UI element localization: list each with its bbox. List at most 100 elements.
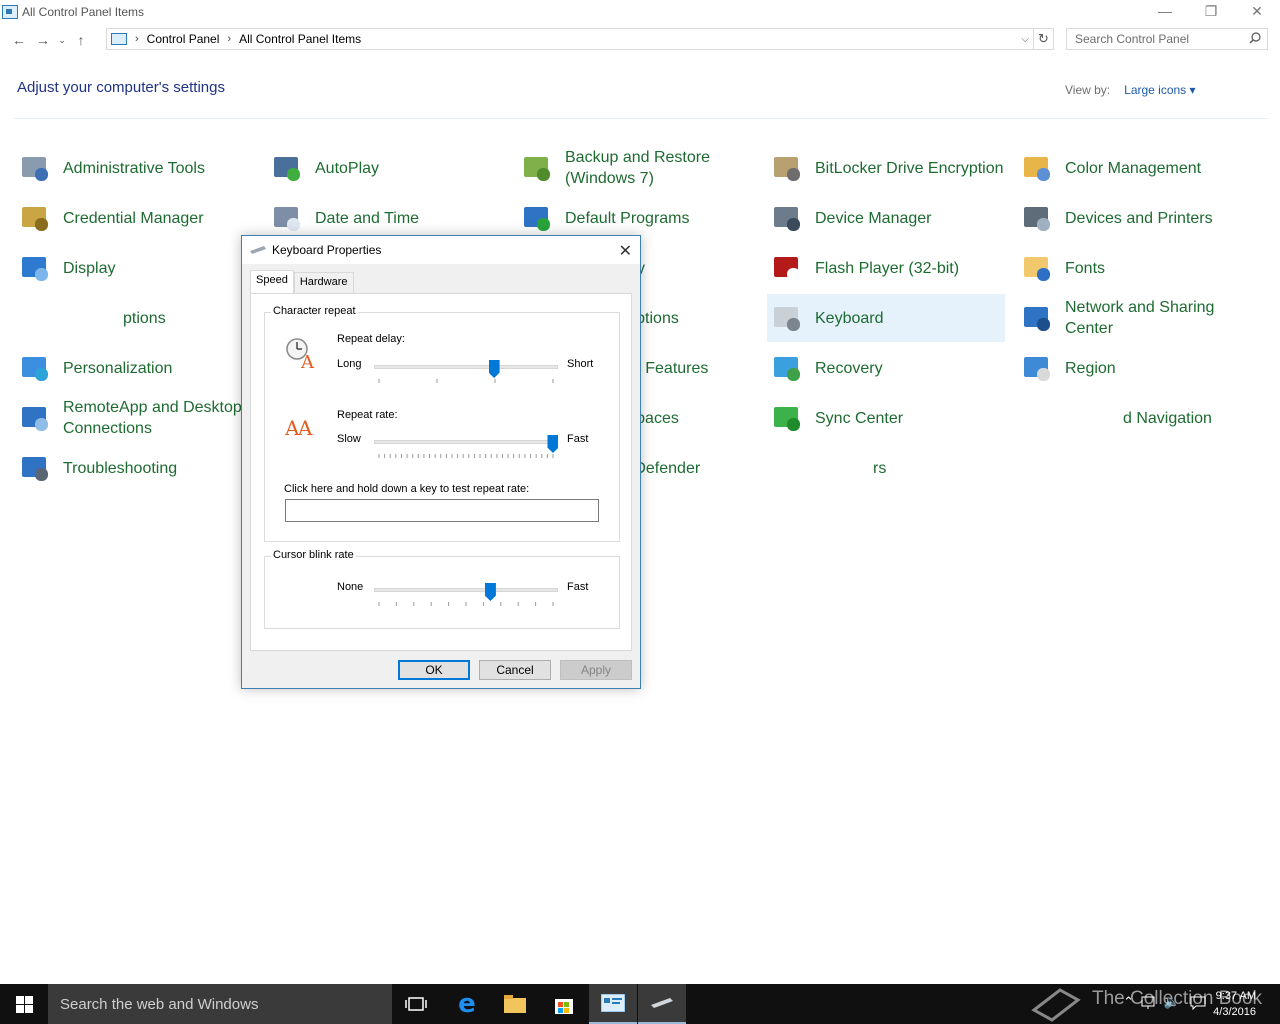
repeat-rate-ticks: [378, 454, 554, 458]
volume-icon[interactable]: 🔈: [1164, 994, 1180, 1010]
breadcrumb-separator[interactable]: ›: [135, 33, 139, 45]
keyboard-properties-dialog: Keyboard Properties ✕ Speed Hardware Cha…: [241, 235, 641, 689]
tab-hardware[interactable]: Hardware: [293, 272, 354, 293]
personalization-icon: [22, 357, 48, 381]
autoplay-icon: [274, 157, 300, 181]
fonts-icon: [1024, 257, 1050, 281]
repeat-rate-slider-track[interactable]: [374, 440, 558, 444]
show-hidden-icons-chevron-icon[interactable]: ⌃: [1123, 994, 1134, 1010]
control-panel-item[interactable]: Network and Sharing Center: [1017, 294, 1255, 342]
devices-printers-icon: [1024, 207, 1050, 231]
close-button[interactable]: ✕: [1234, 0, 1280, 22]
tab-speed[interactable]: Speed: [250, 270, 294, 293]
dialog-title-bar: Keyboard Properties ✕: [242, 236, 640, 264]
region-icon: [1024, 357, 1050, 381]
edge-browser-icon[interactable]: e: [443, 984, 491, 1024]
control-panel-item-label: Recovery: [815, 359, 883, 377]
cursor-blink-legend: Cursor blink rate: [271, 549, 356, 561]
ok-button[interactable]: OK: [398, 660, 470, 680]
control-panel-item[interactable]: Personalization: [15, 344, 253, 392]
refresh-icon[interactable]: ↻: [1034, 28, 1054, 50]
cancel-button[interactable]: Cancel: [479, 660, 551, 680]
repeat-rate-icon: A A: [285, 416, 313, 440]
search-placeholder: Search Control Panel: [1075, 32, 1190, 46]
control-panel-item-label: Troubleshooting: [63, 459, 178, 477]
control-panel-item[interactable]: Credential Manager: [15, 194, 253, 242]
keyboard-icon: [774, 307, 800, 331]
restore-button[interactable]: ❐: [1188, 0, 1234, 22]
control-panel-item[interactable]: Administrative Tools: [15, 144, 253, 192]
control-panel-item[interactable]: Color Management: [1017, 144, 1255, 192]
control-panel-item[interactable]: Region: [1017, 344, 1255, 392]
control-panel-item[interactable]: rs: [873, 444, 1111, 492]
keyboard-properties-taskbar-icon[interactable]: [638, 984, 686, 1024]
store-icon[interactable]: [540, 984, 588, 1024]
control-panel-item-label: Flash Player (32-bit): [815, 259, 960, 277]
page-title: Adjust your computer's settings: [17, 79, 225, 96]
control-panel-item-label: Default Programs: [565, 209, 690, 227]
cursor-blink-high-label: Fast: [567, 581, 589, 593]
breadcrumb-all-items[interactable]: All Control Panel Items: [239, 32, 361, 46]
control-panel-item[interactable]: Recovery: [767, 344, 1005, 392]
control-panel-item-label: Display: [63, 259, 116, 277]
control-panel-item[interactable]: d Navigation: [1123, 394, 1280, 442]
dialog-close-button[interactable]: ✕: [619, 241, 632, 261]
recent-locations-chevron-icon[interactable]: ⌄: [55, 28, 69, 52]
search-input[interactable]: Search Control Panel: [1066, 28, 1268, 50]
cursor-blink-slider-thumb[interactable]: [484, 583, 496, 601]
repeat-rate-label: Repeat rate:: [337, 409, 398, 421]
back-arrow-icon[interactable]: ←: [7, 28, 31, 52]
control-panel-item[interactable]: Sync Center: [767, 394, 1005, 442]
flash-player-icon: [774, 257, 800, 281]
task-view-icon[interactable]: [392, 984, 440, 1024]
taskbar-clock[interactable]: 9:37 AM 4/3/2016: [1213, 988, 1256, 1020]
control-panel-item[interactable]: Backup and Restore (Windows 7): [517, 144, 755, 192]
control-panel-item[interactable]: Device Manager: [767, 194, 1005, 242]
repeat-delay-slider-thumb[interactable]: [488, 360, 500, 378]
control-panel-item-label: Keyboard: [815, 309, 884, 327]
address-bar[interactable]: › Control Panel › All Control Panel Item…: [106, 28, 1034, 50]
control-panel-item[interactable]: RemoteApp and Desktop Connections: [15, 394, 253, 442]
file-explorer-icon[interactable]: [491, 984, 539, 1024]
control-panel-item[interactable]: Troubleshooting: [15, 444, 253, 492]
control-panel-item[interactable]: Flash Player (32-bit): [767, 244, 1005, 292]
repeat-delay-slider-track[interactable]: [374, 365, 558, 369]
control-panel-item[interactable]: Display: [15, 244, 253, 292]
minimize-button[interactable]: —: [1142, 0, 1188, 22]
forward-arrow-icon[interactable]: →: [31, 28, 55, 52]
control-panel-item[interactable]: Keyboard: [767, 294, 1005, 342]
color-management-icon: [1024, 157, 1050, 181]
control-panel-item-label: AutoPlay: [315, 159, 380, 177]
repeat-rate-slider-thumb[interactable]: [547, 435, 559, 453]
network-sharing-icon: [1024, 307, 1050, 331]
breadcrumb-control-panel[interactable]: Control Panel: [147, 32, 220, 46]
control-panel-item-label: Backup and Restore (Windows 7): [565, 149, 710, 187]
control-panel-item-label: Fonts: [1065, 259, 1106, 277]
apply-button[interactable]: Apply: [560, 660, 632, 680]
chevron-down-icon[interactable]: ⌵: [1021, 34, 1029, 45]
control-panel-item[interactable]: BitLocker Drive Encryption: [767, 144, 1005, 192]
windows-logo-icon: [15, 995, 33, 1013]
cursor-blink-low-label: None: [337, 581, 364, 593]
control-panel-item[interactable]: Fonts: [1017, 244, 1255, 292]
test-repeat-input[interactable]: [285, 499, 599, 522]
device-manager-icon: [774, 207, 800, 231]
control-panel-item-label: rs: [873, 459, 887, 477]
control-panel-item[interactable]: Devices and Printers: [1017, 194, 1255, 242]
control-panel-item[interactable]: AutoPlay: [267, 144, 505, 192]
watermark-book-icon: [1031, 988, 1081, 1022]
breadcrumb-separator[interactable]: ›: [227, 33, 231, 45]
view-by: View by: Large icons ▾: [1065, 83, 1196, 97]
view-by-dropdown[interactable]: Large icons ▾: [1124, 83, 1195, 97]
network-icon[interactable]: [1140, 996, 1156, 1010]
up-arrow-icon[interactable]: ↑: [69, 28, 93, 52]
cursor-blink-slider-track[interactable]: [374, 588, 558, 592]
administrative-tools-icon: [22, 157, 48, 181]
control-panel-taskbar-icon[interactable]: [589, 984, 637, 1024]
search-icon[interactable]: [1249, 32, 1261, 44]
taskbar-search-input[interactable]: Search the web and Windows: [48, 984, 392, 1024]
window-title: All Control Panel Items: [22, 5, 145, 19]
action-center-icon[interactable]: [1190, 996, 1206, 1010]
start-button[interactable]: [0, 984, 48, 1024]
svg-text:A: A: [300, 352, 315, 369]
